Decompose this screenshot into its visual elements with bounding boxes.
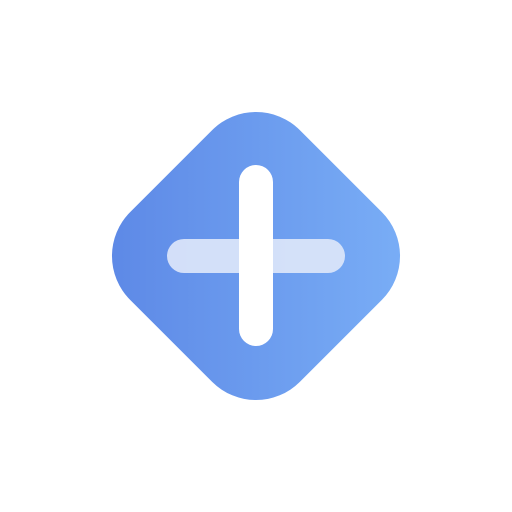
add-plus-icon[interactable] <box>0 0 512 512</box>
plus-vertical-bar <box>239 165 273 346</box>
canvas <box>0 0 512 512</box>
app-icon-container[interactable] <box>0 0 512 512</box>
